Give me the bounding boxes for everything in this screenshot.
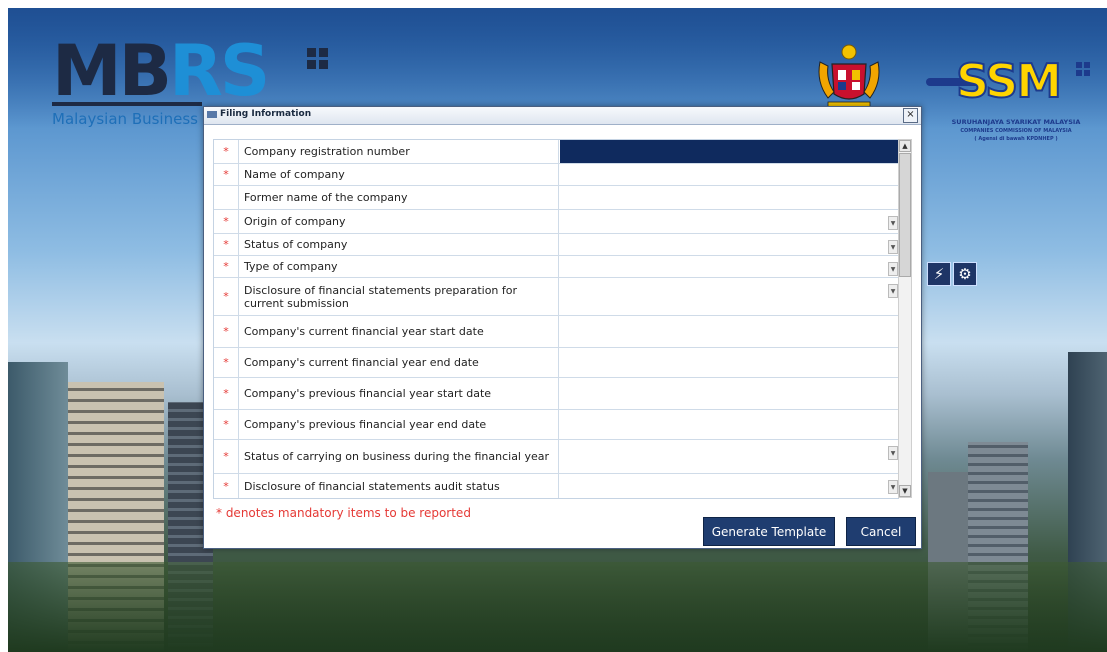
field-select[interactable]: [560, 256, 898, 277]
mbrs-underline: [52, 102, 202, 106]
park-trees: [8, 562, 1107, 652]
ssm-line1: SURUHANJAYA SYARIKAT MALAYSIA: [951, 118, 1081, 126]
required-marker: *: [214, 164, 239, 185]
ssm-line2: COMPANIES COMMISSION OF MALAYSIA: [960, 128, 1072, 134]
window-icon: [207, 111, 217, 118]
dialog-titlebar[interactable]: Filing Information ×: [204, 107, 921, 125]
table-row: * Disclosure of financial statements audi…: [214, 474, 898, 498]
field-input[interactable]: [560, 378, 898, 409]
lightning-icon[interactable]: ⚡: [927, 262, 951, 286]
mbrs-logo: MBRS Malaysian Business F: [52, 30, 328, 128]
required-marker: *: [214, 474, 239, 498]
field-input[interactable]: [560, 186, 898, 209]
field-label: Status of company: [244, 234, 559, 255]
mbrs-dots-icon: [307, 48, 329, 70]
field-input[interactable]: [560, 140, 898, 163]
table-row: * Status of carrying on business during t…: [214, 440, 898, 474]
field-select[interactable]: [560, 234, 898, 255]
field-label: Name of company: [244, 164, 559, 185]
required-marker: *: [214, 256, 239, 277]
chevron-down-icon[interactable]: ▼: [888, 284, 898, 298]
table-row: * Origin of company ▼: [214, 210, 898, 234]
table-row: * Name of company: [214, 164, 898, 186]
field-label: Company's current financial year start d…: [244, 316, 559, 347]
field-input[interactable]: [560, 410, 898, 439]
required-marker: *: [214, 140, 239, 163]
field-select[interactable]: [560, 278, 898, 315]
field-label: Disclosure of financial statements prepa…: [244, 278, 559, 315]
scroll-down-icon[interactable]: ▼: [899, 485, 911, 497]
field-label: Status of carrying on business during th…: [244, 440, 559, 473]
filing-information-dialog: Filing Information × * Company registrati…: [203, 106, 922, 549]
grid-scrollbar[interactable]: ▲ ▼: [898, 139, 912, 498]
table-row: * Company's current financial year start …: [214, 316, 898, 348]
ssm-line3: ( Agensi di bawah KPDNHEP ): [974, 136, 1058, 142]
field-select[interactable]: [560, 440, 898, 473]
required-marker: *: [214, 234, 239, 255]
table-row: * Company registration number: [214, 140, 898, 164]
chevron-down-icon[interactable]: ▼: [888, 480, 898, 494]
table-row: * Company's previous financial year end d…: [214, 410, 898, 440]
ssm-logo-text: SSM: [955, 53, 1063, 109]
ssm-logo: SSM SURUHANJAYA SYARIKAT MALAYSIA COMPAN…: [926, 53, 1106, 164]
field-label: Type of company: [244, 256, 559, 277]
required-marker: *: [214, 316, 239, 347]
malaysia-crest-icon: [818, 44, 880, 109]
gear-icon[interactable]: ⚙: [953, 262, 977, 286]
table-row: * Company's previous financial year start…: [214, 378, 898, 410]
dialog-title: Filing Information: [220, 109, 312, 119]
required-marker: *: [214, 210, 239, 233]
table-row: * Company's current financial year end da…: [214, 348, 898, 378]
field-label: Former name of the company: [244, 186, 559, 209]
generate-template-button[interactable]: Generate Template: [703, 517, 835, 546]
close-icon[interactable]: ×: [903, 108, 918, 123]
field-label: Company's current financial year end dat…: [244, 348, 559, 377]
table-row: * Disclosure of financial statements prep…: [214, 278, 898, 316]
cancel-button[interactable]: Cancel: [846, 517, 916, 546]
required-marker: *: [214, 348, 239, 377]
field-label: Company registration number: [244, 140, 559, 163]
field-select[interactable]: [560, 474, 898, 498]
required-marker: *: [214, 278, 239, 315]
required-marker: *: [214, 378, 239, 409]
mbrs-subtitle: Malaysian Business F: [52, 110, 212, 128]
table-row: * Type of company ▼: [214, 256, 898, 278]
chevron-down-icon[interactable]: ▼: [888, 262, 898, 276]
chevron-down-icon[interactable]: ▼: [888, 446, 898, 460]
scroll-up-icon[interactable]: ▲: [899, 140, 911, 152]
table-row: Former name of the company: [214, 186, 898, 210]
field-input[interactable]: [560, 164, 898, 185]
mandatory-note: * denotes mandatory items to be reported: [216, 506, 471, 520]
scroll-thumb[interactable]: [899, 153, 911, 277]
mbrs-logo-text: MBRS: [52, 30, 270, 112]
field-input[interactable]: [560, 348, 898, 377]
chevron-down-icon[interactable]: ▼: [888, 216, 898, 230]
required-marker: *: [214, 410, 239, 439]
required-marker: [214, 186, 239, 209]
chevron-down-icon[interactable]: ▼: [888, 240, 898, 254]
field-input[interactable]: [560, 316, 898, 347]
field-label: Origin of company: [244, 210, 559, 233]
table-row: * Status of company ▼: [214, 234, 898, 256]
required-marker: *: [214, 440, 239, 473]
field-label: Company's previous financial year end da…: [244, 410, 559, 439]
field-label: Company's previous financial year start …: [244, 378, 559, 409]
field-select[interactable]: [560, 210, 898, 233]
filing-grid: * Company registration number * Name of com…: [213, 139, 899, 499]
field-label: Disclosure of financial statements audit…: [244, 474, 559, 498]
side-toolbar: ⚡ ⚙: [927, 262, 977, 286]
